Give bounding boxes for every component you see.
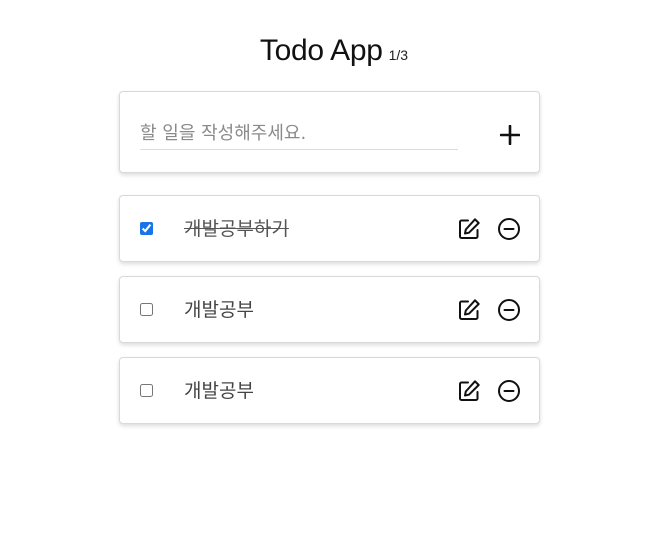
minus-circle-icon	[498, 299, 520, 321]
todo-text: 개발공부하기	[184, 218, 289, 240]
delete-button[interactable]	[497, 217, 521, 241]
todo-item: 개발공부	[119, 276, 540, 343]
minus-circle-icon	[498, 380, 520, 402]
add-todo-button[interactable]	[496, 121, 524, 149]
edit-icon	[459, 299, 480, 320]
todo-app: Todo App 1/3 개발공부하기 개발공부	[0, 0, 668, 546]
todo-item: 개발공부	[119, 357, 540, 424]
todo-text: 개발공부	[184, 380, 254, 402]
edit-icon	[459, 380, 480, 401]
delete-button[interactable]	[497, 298, 521, 322]
app-header: Todo App 1/3	[0, 34, 668, 68]
new-todo-card	[119, 91, 540, 173]
todo-text: 개발공부	[184, 299, 254, 321]
todo-count: 1/3	[388, 47, 409, 63]
delete-button[interactable]	[497, 379, 521, 403]
todo-checkbox[interactable]	[140, 303, 153, 316]
minus-circle-icon	[498, 218, 520, 240]
new-todo-input[interactable]	[140, 118, 458, 150]
todo-checkbox[interactable]	[140, 222, 153, 235]
todo-item: 개발공부하기	[119, 195, 540, 262]
todo-checkbox[interactable]	[140, 384, 153, 397]
edit-button[interactable]	[457, 379, 481, 403]
edit-button[interactable]	[457, 217, 481, 241]
edit-icon	[459, 218, 480, 239]
page-title: Todo App	[259, 34, 383, 67]
plus-icon	[500, 125, 520, 145]
edit-button[interactable]	[457, 298, 481, 322]
